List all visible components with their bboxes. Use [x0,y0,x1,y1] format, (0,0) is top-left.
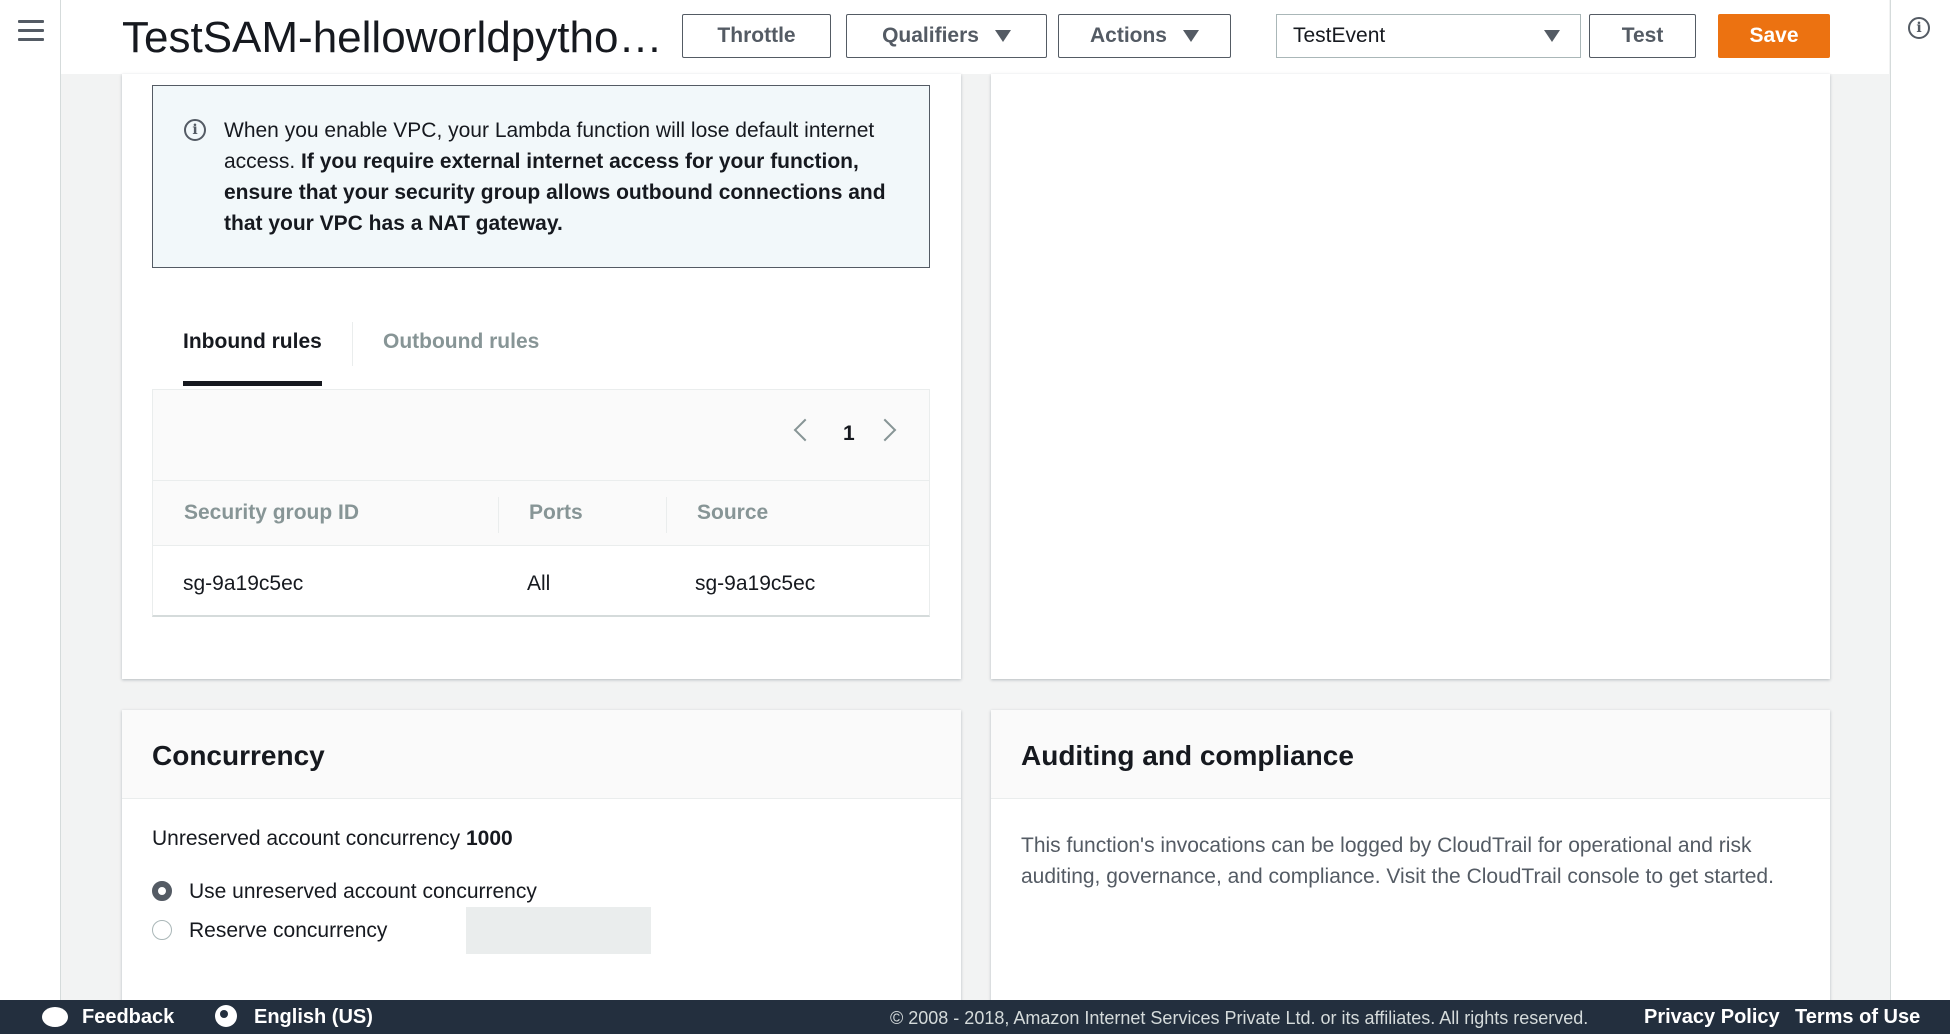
radio-reserve-concurrency-label[interactable]: Reserve concurrency [189,915,387,946]
unreserved-label: Unreserved account concurrency [152,827,461,850]
caret-down-icon [994,30,1011,42]
security-group-table: 1 Security group ID Ports Source sg-9a19… [152,389,930,617]
radio-reserve-concurrency[interactable] [152,920,172,940]
qualifiers-label: Qualifiers [882,24,979,47]
alert-text: When you enable VPC, your Lambda functio… [224,115,904,239]
globe-icon [215,1005,237,1027]
radio-use-unreserved[interactable] [152,881,172,901]
feedback-link[interactable]: Feedback [82,1006,174,1029]
unreserved-concurrency-text: Unreserved account concurrency 1000 [152,823,513,854]
auditing-title: Auditing and compliance [1021,740,1354,771]
footer-bar: Feedback English (US) © 2008 - 2018, Ama… [0,1000,1950,1034]
current-page-number: 1 [843,422,855,445]
terms-of-use-link[interactable]: Terms of Use [1795,1006,1920,1029]
active-tab-indicator [183,381,322,386]
qualifiers-button[interactable]: Qualifiers [846,14,1047,58]
tab-outbound-rules[interactable]: Outbound rules [383,330,539,354]
tab-divider [352,322,353,366]
throttle-label: Throttle [717,24,796,47]
speech-bubble-icon [42,1007,68,1027]
actions-button[interactable]: Actions [1058,14,1231,58]
table-toolbar: 1 [153,390,929,481]
test-event-value: TestEvent [1293,24,1386,47]
cell-ports: All [527,572,551,595]
caret-down-icon [1183,30,1199,42]
column-header-ports[interactable]: Ports [529,501,583,525]
page-title: TestSAM-helloworldpytho… [122,13,663,62]
column-divider [498,497,499,533]
alert-bold-text: If you require external internet access … [224,150,886,235]
test-event-select[interactable]: TestEvent [1276,14,1581,58]
copyright-text: © 2008 - 2018, Amazon Internet Services … [890,1008,1589,1028]
right-help-rail [1890,0,1950,1000]
column-header-security-group-id[interactable]: Security group ID [184,501,359,525]
radio-use-unreserved-label[interactable]: Use unreserved account concurrency [189,876,537,907]
caret-down-icon [1544,30,1560,42]
table-header: Security group ID Ports Source [153,481,929,546]
throttle-button[interactable]: Throttle [682,14,831,58]
test-button[interactable]: Test [1589,14,1696,58]
chevron-left-icon[interactable] [793,418,817,442]
privacy-policy-link[interactable]: Privacy Policy [1644,1006,1780,1029]
column-header-source[interactable]: Source [697,501,768,525]
right-panel [991,74,1830,679]
cell-source: sg-9a19c5ec [695,572,816,595]
save-button[interactable]: Save [1718,14,1830,58]
language-selector[interactable]: English (US) [254,1006,373,1029]
reserve-concurrency-input[interactable] [466,907,651,954]
unreserved-value: 1000 [466,827,513,850]
menu-icon[interactable] [18,20,44,42]
auditing-description: This function's invocations can be logge… [1021,834,1774,888]
column-divider [666,497,667,533]
tab-inbound-rules[interactable]: Inbound rules [183,330,322,354]
save-label: Save [1749,24,1799,47]
test-label: Test [1621,24,1664,47]
chevron-right-icon[interactable] [873,418,897,442]
actions-label: Actions [1089,24,1167,47]
left-nav-rail [0,0,61,1000]
info-icon: i [184,119,206,141]
cell-security-group-id[interactable]: sg-9a19c5ec [183,572,303,596]
concurrency-title: Concurrency [152,740,325,771]
info-icon[interactable]: i [1908,17,1930,39]
